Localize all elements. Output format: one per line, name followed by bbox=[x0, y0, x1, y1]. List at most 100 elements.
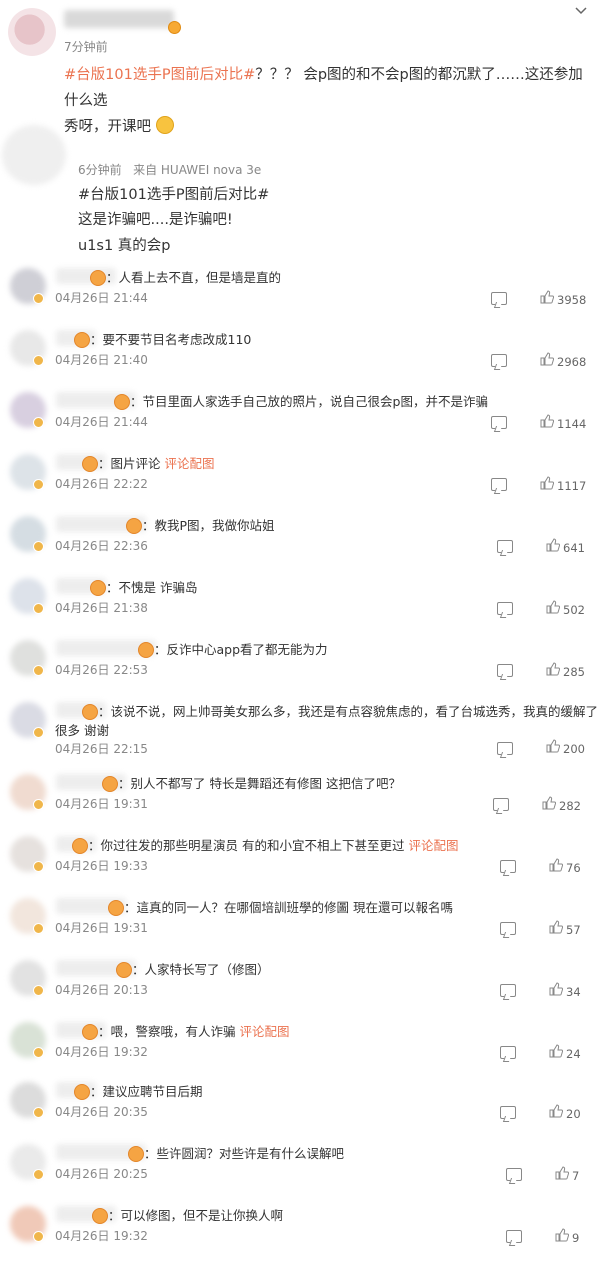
comment-body: 要不要节目名考虑改成110 bbox=[102, 332, 252, 347]
reply-icon[interactable] bbox=[506, 1230, 522, 1243]
comment-text: ：人家特长写了（修图） bbox=[132, 959, 270, 978]
reply-icon[interactable] bbox=[497, 540, 513, 553]
comment-colon: ： bbox=[130, 394, 143, 409]
comment-time: 04月26日 20:25 bbox=[55, 1167, 148, 1181]
comment-time: 04月26日 20:13 bbox=[55, 983, 148, 997]
like-count: 3958 bbox=[557, 293, 587, 307]
verified-badge-icon bbox=[33, 479, 44, 490]
comment-time: 04月26日 22:36 bbox=[55, 539, 148, 553]
reply-icon[interactable] bbox=[500, 984, 516, 997]
like-icon[interactable] bbox=[546, 538, 561, 556]
verified-badge-icon bbox=[33, 417, 44, 428]
like-icon[interactable] bbox=[540, 476, 555, 494]
reply-icon[interactable] bbox=[497, 742, 513, 755]
comment-time: 04月26日 19:31 bbox=[55, 797, 148, 811]
member-badge-icon bbox=[82, 704, 98, 720]
reply-icon[interactable] bbox=[500, 1106, 516, 1119]
comment-image-link[interactable]: 评论配图 bbox=[240, 1024, 290, 1039]
post-topic-link[interactable]: #台版101选手P图前后对比# bbox=[64, 67, 255, 83]
verified-badge-icon bbox=[33, 1169, 44, 1180]
like-icon[interactable] bbox=[546, 600, 561, 618]
comment-item: ：别人不都写了 特长是舞蹈还有修图 这把信了吧？ 04月26日 19:31 282 bbox=[0, 768, 600, 830]
comment-body: 反诈中心app看了都无能为力 bbox=[166, 642, 328, 657]
comment-colon: ： bbox=[108, 1208, 121, 1223]
reply-icon[interactable] bbox=[497, 602, 513, 615]
like-icon[interactable] bbox=[542, 796, 557, 814]
member-badge-icon bbox=[74, 1084, 90, 1100]
like-count: 282 bbox=[559, 799, 581, 813]
comment-body: 些许圆润？对些许是有什么误解吧 bbox=[156, 1146, 345, 1161]
member-badge-icon bbox=[128, 1146, 144, 1162]
like-icon[interactable] bbox=[549, 920, 564, 938]
like-count: 76 bbox=[566, 861, 581, 875]
comment-time: 04月26日 19:31 bbox=[55, 921, 148, 935]
comment-colon: ： bbox=[88, 838, 101, 853]
comment-colon: ： bbox=[118, 776, 131, 791]
post-avatar[interactable] bbox=[8, 8, 56, 56]
like-icon[interactable] bbox=[546, 739, 561, 757]
comment-item: ：反诈中心app看了都无能为力 04月26日 22:53 285 bbox=[0, 634, 600, 696]
reply-icon[interactable] bbox=[491, 354, 507, 367]
reply-icon[interactable] bbox=[500, 860, 516, 873]
like-icon[interactable] bbox=[549, 1104, 564, 1122]
comment-image-link[interactable]: 评论配图 bbox=[409, 838, 459, 853]
comment-colon: ： bbox=[142, 518, 155, 533]
comment-text: ：该说不说，网上帅哥美女那么多，我还是有点容貌焦虑的，看了台城选秀，我真的缓解了 bbox=[98, 701, 598, 720]
comment-image-link[interactable]: 评论配图 bbox=[165, 456, 215, 471]
comment-item: ：节目里面人家选手自己放的照片，说自己很会p图，并不是诈骗 04月26日 21:4… bbox=[0, 386, 600, 448]
like-icon[interactable] bbox=[546, 662, 561, 680]
comment-body: 建议应聘节目后期 bbox=[102, 1084, 203, 1099]
member-badge-icon bbox=[82, 1024, 98, 1040]
comment-text: ：要不要节目名考虑改成110 bbox=[90, 329, 251, 348]
comment-colon: ： bbox=[98, 704, 111, 719]
like-icon[interactable] bbox=[540, 290, 555, 308]
like-count: 20 bbox=[566, 1107, 581, 1121]
like-icon[interactable] bbox=[540, 414, 555, 432]
like-count: 7 bbox=[572, 1169, 580, 1183]
chevron-down-icon[interactable] bbox=[574, 4, 590, 20]
verified-badge-icon bbox=[33, 861, 44, 872]
verified-icon bbox=[168, 21, 181, 34]
comment-item: ：教我P图，我做你站姐 04月26日 22:36 641 bbox=[0, 510, 600, 572]
comment-time: 04月26日 22:53 bbox=[55, 663, 148, 677]
comment-item: ：你过往发的那些明星演员 有的和小宜不相上下甚至更过 评论配图 04月26日 19:… bbox=[0, 830, 600, 892]
verified-badge-icon bbox=[33, 1047, 44, 1058]
comment-text: ：喂，警察哦，有人诈骗 评论配图 bbox=[98, 1021, 290, 1040]
reply-icon[interactable] bbox=[491, 416, 507, 429]
repost-topic-link[interactable]: #台版101选手P图前后对比# bbox=[78, 183, 269, 204]
like-icon[interactable] bbox=[540, 352, 555, 370]
like-icon[interactable] bbox=[555, 1166, 570, 1184]
comment-text: ：些许圆润？对些许是有什么误解吧 bbox=[144, 1143, 344, 1162]
comment-colon: ： bbox=[90, 1084, 103, 1099]
comment-colon: ： bbox=[132, 962, 145, 977]
comment-item: ：喂，警察哦，有人诈骗 评论配图 04月26日 19:32 24 bbox=[0, 1016, 600, 1078]
reply-icon[interactable] bbox=[506, 1168, 522, 1181]
member-badge-icon bbox=[114, 394, 130, 410]
comment-text: ：你过往发的那些明星演员 有的和小宜不相上下甚至更过 评论配图 bbox=[88, 835, 459, 854]
repost-source: 来自 HUAWEI nova 3e bbox=[133, 163, 262, 177]
verified-badge-icon bbox=[33, 541, 44, 552]
reply-icon[interactable] bbox=[497, 664, 513, 677]
reply-icon[interactable] bbox=[491, 478, 507, 491]
reply-icon[interactable] bbox=[500, 922, 516, 935]
reply-icon[interactable] bbox=[491, 292, 507, 305]
like-icon[interactable] bbox=[549, 1044, 564, 1062]
reply-icon[interactable] bbox=[493, 798, 509, 811]
comment-time: 04月26日 21:44 bbox=[55, 291, 148, 305]
like-count: 285 bbox=[563, 665, 585, 679]
comment-time: 04月26日 19:32 bbox=[55, 1229, 148, 1243]
comment-time: 04月26日 19:33 bbox=[55, 859, 148, 873]
comment-body: 人看上去不直，但是墙是直的 bbox=[118, 270, 282, 285]
like-icon[interactable] bbox=[555, 1228, 570, 1246]
comment-body: 你过往发的那些明星演员 有的和小宜不相上下甚至更过 bbox=[100, 838, 405, 853]
comment-body: 教我P图，我做你站姐 bbox=[154, 518, 275, 533]
comment-text: ：這真的同一人？在哪個培訓班學的修圖 現在還可以報名嗎 bbox=[124, 897, 453, 916]
reply-icon[interactable] bbox=[500, 1046, 516, 1059]
post-author-name[interactable] bbox=[64, 10, 174, 28]
comment-text: ：反诈中心app看了都无能为力 bbox=[154, 639, 328, 658]
member-badge-icon bbox=[116, 962, 132, 978]
like-icon[interactable] bbox=[549, 858, 564, 876]
repost-avatar[interactable] bbox=[2, 125, 66, 185]
comment-item: ：不愧是 诈骗岛 04月26日 21:38 502 bbox=[0, 572, 600, 634]
like-icon[interactable] bbox=[549, 982, 564, 1000]
